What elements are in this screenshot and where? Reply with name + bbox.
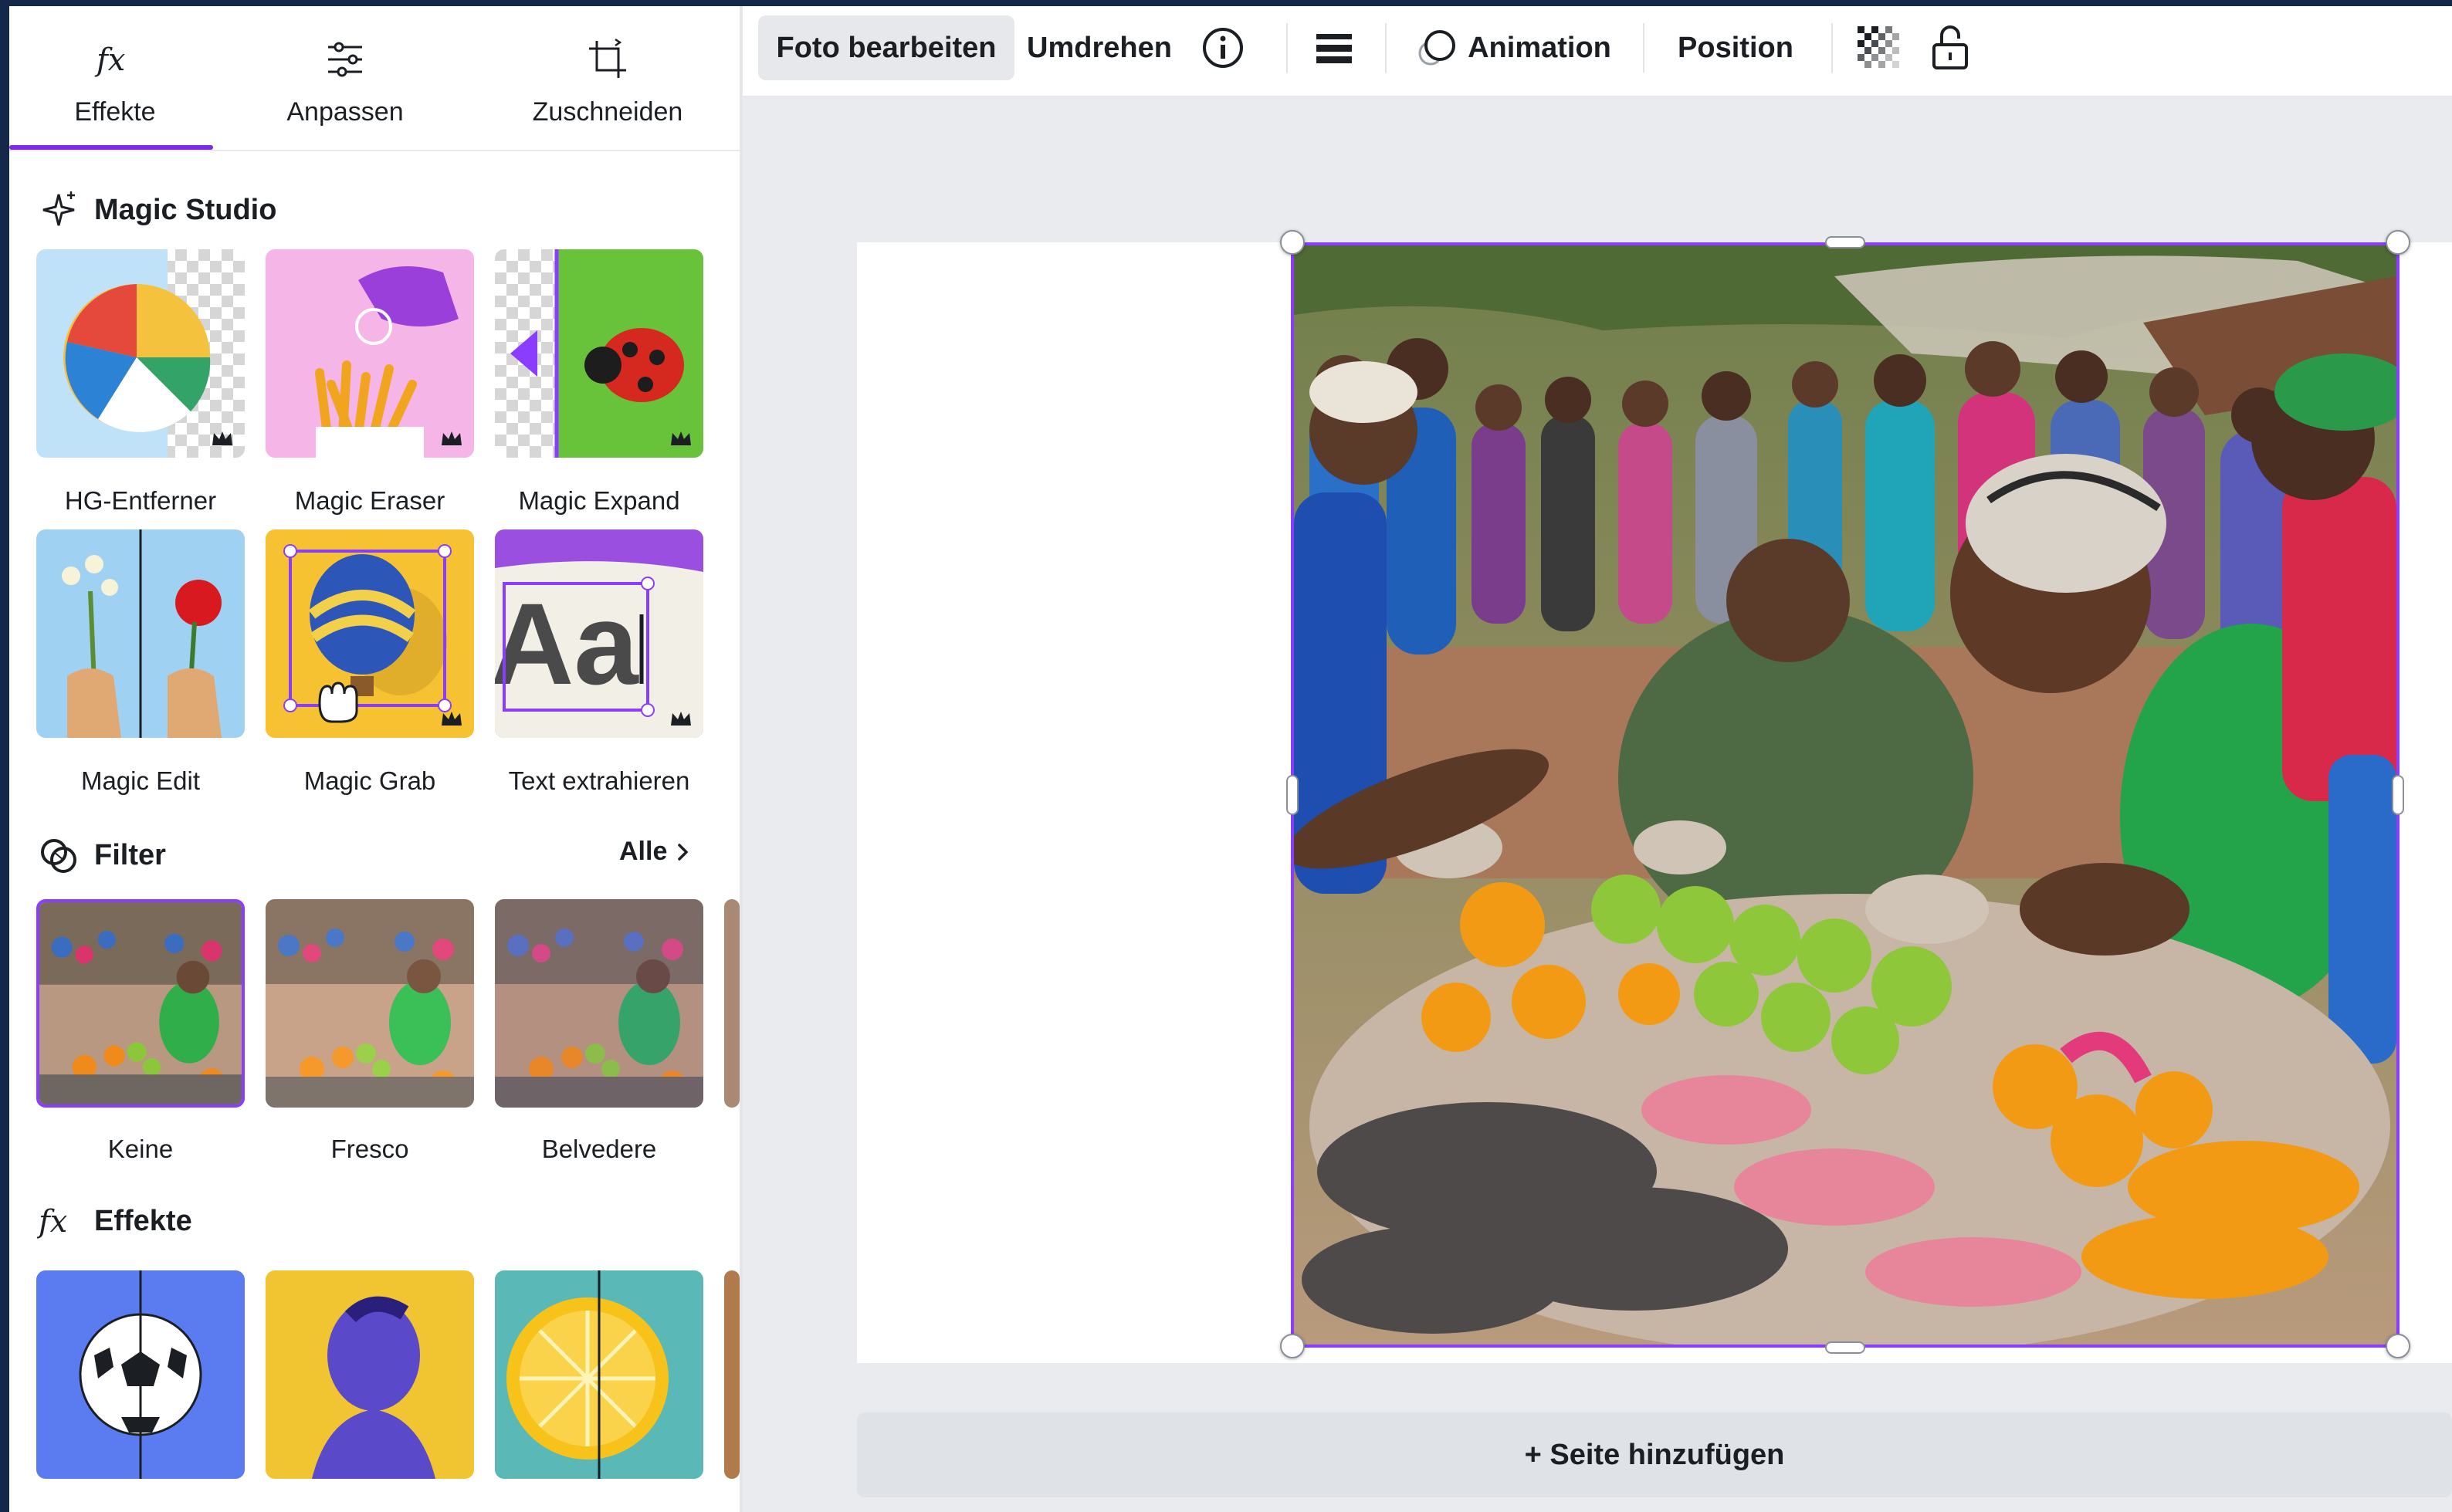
tab-effekte-label: Effekte [74,97,156,127]
resize-handle-bottom-left[interactable] [1280,1334,1305,1358]
filter-header: Filter [37,834,166,877]
tab-anpassen-label: Anpassen [286,97,404,127]
tab-effekte[interactable]: fx Effekte [26,6,204,150]
info-button[interactable] [1190,15,1255,80]
context-toolbar: Foto bearbeiten Umdrehen Animation Posit… [743,6,2452,97]
chevron-right-icon [678,843,689,861]
position-button[interactable]: Position [1658,15,1813,80]
animation-label: Animation [1468,31,1611,64]
effects-title: Effekte [94,1204,192,1237]
tool-magic-eraser-label: Magic Eraser [294,486,445,515]
crown-icon [212,431,232,445]
toolbar-separator [1286,23,1288,73]
unlock-icon [1932,25,1968,69]
filter-belvedere[interactable] [495,899,703,1108]
resize-handle-top[interactable] [1825,236,1865,249]
tool-magic-grab-label: Magic Grab [303,766,436,795]
transparency-button[interactable] [1848,15,1910,80]
tool-magic-expand-label: Magic Expand [518,486,680,515]
tool-magic-eraser[interactable] [266,249,474,458]
resize-handle-bottom[interactable] [1825,1341,1865,1354]
info-icon [1203,28,1243,68]
magic-studio-title: Magic Studio [94,193,277,226]
border-style-button[interactable] [1302,15,1367,80]
fx-icon: fx [88,32,142,86]
tabs-divider [9,150,740,151]
position-label: Position [1678,31,1793,64]
flip-button[interactable]: Umdrehen [1024,15,1175,80]
tab-zuschneiden-label: Zuschneiden [532,97,683,127]
resize-handle-bottom-right[interactable] [2386,1334,2410,1358]
filter-show-all-label: Alle [619,837,668,866]
border-lines-icon [1316,34,1352,63]
effect-tile-1[interactable] [36,1270,245,1479]
tool-magic-edit-label: Magic Edit [80,766,201,795]
resize-handle-top-left[interactable] [1280,230,1305,255]
crown-icon [671,431,691,445]
toolbar-separator [1831,23,1833,73]
svg-text:fx: fx [94,42,125,78]
toolbar-separator [1643,23,1644,73]
filter-fresco[interactable] [266,899,474,1108]
crop-icon [581,32,635,86]
add-page-button[interactable]: + Seite hinzufügen [857,1412,2452,1497]
fx-icon: fx [37,1199,80,1243]
filter-icon [37,834,80,877]
add-page-label: + Seite hinzufügen [1524,1438,1785,1471]
lock-button[interactable] [1919,15,1981,80]
edit-photo-button[interactable]: Foto bearbeiten [758,15,1014,80]
filter-belvedere-label: Belvedere [541,1135,657,1163]
effect-next-partial[interactable] [724,1270,740,1479]
svg-text:fx: fx [37,1204,67,1240]
toolbar-separator [1385,23,1387,73]
filter-title: Filter [94,838,166,871]
sliders-icon [318,32,372,86]
market-photo [1294,245,2396,1345]
resize-handle-top-right[interactable] [2386,230,2410,255]
crown-icon [671,712,691,726]
window-frame-left [0,0,9,1512]
transparency-icon [1858,26,1899,68]
filter-fresco-label: Fresco [330,1135,409,1163]
sparkle-icon [37,188,80,232]
tool-hg-entferner[interactable] [36,249,245,458]
tool-magic-expand[interactable] [495,249,703,458]
tool-hg-entferner-label: HG-Entferner [64,486,217,515]
tab-zuschneiden[interactable]: Zuschneiden [503,6,712,150]
effect-tile-3[interactable] [495,1270,703,1479]
svg-text:Aa: Aa [495,579,639,709]
tool-text-extrahieren[interactable]: Aa [495,529,703,738]
tool-text-extrahieren-label: Text extrahieren [508,766,690,795]
crown-icon [442,431,462,445]
filter-keine-label: Keine [107,1135,174,1163]
effect-tile-2[interactable] [266,1270,474,1479]
animation-icon [1418,30,1456,66]
magic-studio-header: Magic Studio [37,188,276,232]
tab-anpassen[interactable]: Anpassen [241,6,449,150]
crown-icon [442,712,462,726]
panel-tabs: fx Effekte Anpassen Zuschneiden [9,6,740,150]
flip-label: Umdrehen [1027,31,1172,64]
resize-handle-left[interactable] [1286,775,1299,815]
tool-magic-grab[interactable] [266,529,474,738]
filter-next-partial[interactable] [724,899,740,1108]
effects-panel: fx Effekte Anpassen Zuschneiden Magic St… [9,6,740,1512]
animation-button[interactable]: Animation [1400,15,1624,80]
window-frame-top [0,0,2452,6]
filter-show-all-link[interactable]: Alle [619,837,692,867]
edit-photo-label: Foto bearbeiten [776,31,997,64]
tool-magic-edit[interactable] [36,529,245,738]
filter-keine[interactable] [36,899,245,1108]
selected-photo[interactable] [1291,242,2400,1348]
effects-header: fx Effekte [37,1199,192,1243]
resize-handle-right[interactable] [2392,775,2404,815]
